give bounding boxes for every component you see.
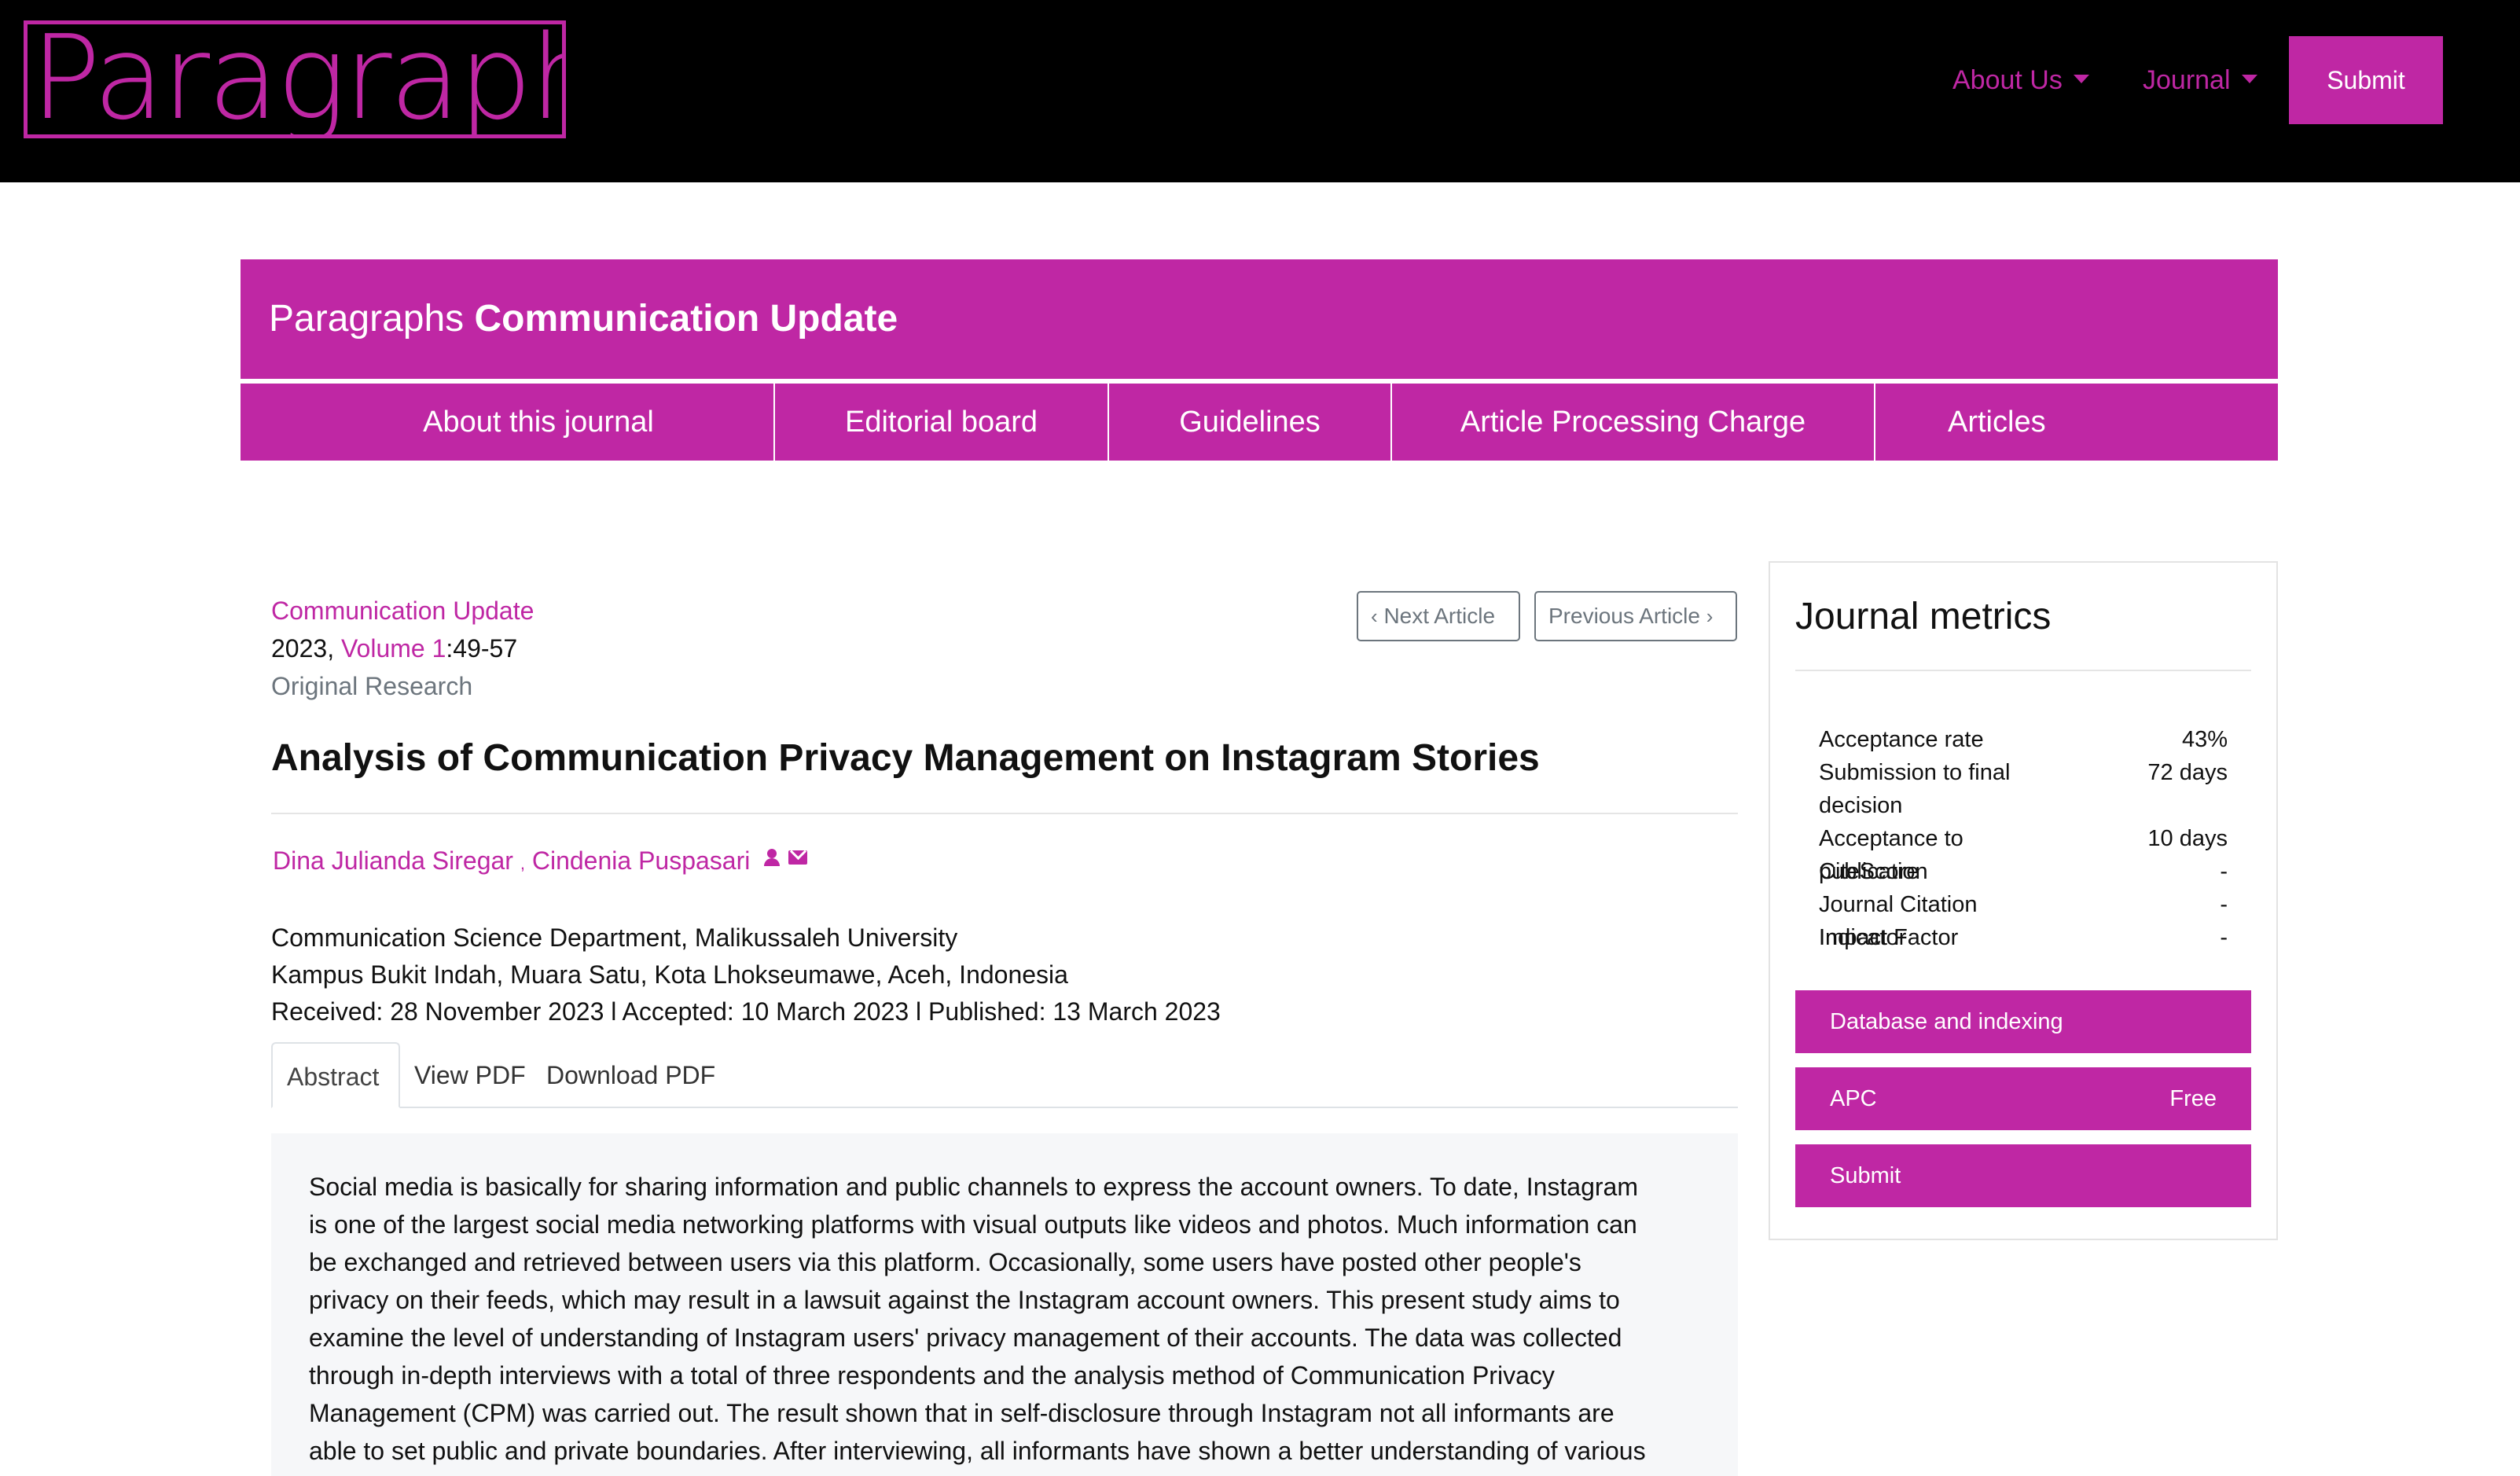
author-list: Dina Julianda Siregar , Cindenia Puspasa… bbox=[273, 843, 808, 882]
next-article-button[interactable]: ‹ Next Article bbox=[1357, 591, 1520, 641]
affiliation: Communication Science Department, Maliku… bbox=[271, 923, 958, 952]
author-link[interactable]: Cindenia Puspasari bbox=[532, 846, 751, 875]
previous-article-button[interactable]: Previous Article › bbox=[1534, 591, 1737, 641]
metric-submission-to-decision: Submission to final decision 72 days bbox=[1819, 756, 2228, 822]
article-year: 2023, bbox=[271, 634, 335, 663]
sidebar-submit-button[interactable]: Submit bbox=[1795, 1144, 2251, 1207]
publication-dates: Received: 28 November 2023 l Accepted: 1… bbox=[271, 997, 1221, 1026]
previous-article-label: Previous Article bbox=[1548, 604, 1700, 628]
abstract-line: through in-depth interviews with a total… bbox=[309, 1361, 1555, 1390]
metric-value: 43% bbox=[2181, 727, 2228, 752]
chevron-right-icon: › bbox=[1706, 604, 1714, 628]
metric-value: - bbox=[2220, 925, 2228, 950]
tab-download-pdf[interactable]: Download PDF bbox=[532, 1042, 729, 1108]
journal-subnav: About this journal Editorial board Guide… bbox=[241, 384, 2278, 461]
article-type: Original Research bbox=[271, 672, 473, 700]
metric-label: Impact Factor bbox=[1819, 925, 1959, 950]
tab-view-pdf[interactable]: View PDF bbox=[400, 1042, 540, 1108]
database-indexing-button[interactable]: Database and indexing bbox=[1795, 990, 2251, 1053]
tab-editorial-board[interactable]: Editorial board bbox=[775, 384, 1109, 461]
volume-link[interactable]: Volume 1 bbox=[341, 634, 446, 663]
abstract-panel: Social media is basically for sharing in… bbox=[271, 1133, 1738, 1476]
nav-journal-label: Journal bbox=[2143, 65, 2231, 95]
metric-acceptance-rate: Acceptance rate 43% bbox=[1819, 723, 2228, 756]
metric-label: Submission to final decision bbox=[1819, 760, 2011, 818]
tabs-underline bbox=[400, 1107, 1738, 1108]
metric-value: - bbox=[2220, 892, 2228, 917]
tab-about-journal[interactable]: About this journal bbox=[241, 384, 775, 461]
abstract-line: Management (CPM) was carried out. The re… bbox=[309, 1399, 1614, 1427]
author-link[interactable]: Dina Julianda Siregar bbox=[273, 846, 513, 875]
abstract-line: be exchanged and retrieved between users… bbox=[309, 1248, 1581, 1276]
sidebar-submit-label: Submit bbox=[1830, 1163, 1901, 1188]
tab-abstract[interactable]: Abstract bbox=[271, 1042, 400, 1108]
metric-impact-factor: Impact Factor - bbox=[1819, 921, 2228, 954]
top-header: ParagraphS About Us Journal Submit bbox=[0, 0, 2520, 182]
nav-journal[interactable]: Journal bbox=[2143, 61, 2257, 99]
address: Kampus Bukit Indah, Muara Satu, Kota Lho… bbox=[271, 960, 1068, 989]
metric-value: 10 days bbox=[2147, 826, 2228, 851]
site-logo[interactable]: ParagraphS bbox=[24, 20, 566, 138]
metric-value: - bbox=[2220, 859, 2228, 884]
abstract-line: is one of the largest social media netwo… bbox=[309, 1210, 1637, 1239]
divider bbox=[1795, 670, 2251, 671]
volume-line: 2023, Volume 1:49-57 bbox=[271, 630, 517, 666]
metric-value: 72 days bbox=[2147, 760, 2228, 785]
metric-label: CiteScore bbox=[1819, 859, 1919, 884]
abstract-line: able to set public and private boundarie… bbox=[309, 1437, 1646, 1465]
apc-value: Free bbox=[2169, 1086, 2217, 1111]
envelope-icon[interactable] bbox=[788, 850, 808, 865]
abstract-line: privacy on their feeds, which may result… bbox=[309, 1286, 1620, 1314]
journal-banner: Paragraphs Communication Update bbox=[241, 259, 2278, 379]
divider bbox=[271, 813, 1738, 814]
submit-button[interactable]: Submit bbox=[2289, 36, 2443, 124]
metric-label: Acceptance rate bbox=[1819, 727, 1984, 752]
caret-down-icon bbox=[2241, 74, 2257, 83]
journal-name: Communication Update bbox=[474, 298, 898, 340]
person-icon bbox=[763, 849, 781, 866]
nav-about-us[interactable]: About Us bbox=[1952, 61, 2089, 99]
abstract-line: Social media is basically for sharing in… bbox=[309, 1173, 1638, 1201]
chevron-left-icon: ‹ bbox=[1371, 604, 1378, 628]
next-article-label: Next Article bbox=[1383, 604, 1496, 628]
article-title: Analysis of Communication Privacy Manage… bbox=[271, 737, 1540, 779]
tab-articles[interactable]: Articles bbox=[1875, 384, 2278, 461]
metric-citescore: CiteScore - bbox=[1819, 855, 2228, 888]
tab-guidelines[interactable]: Guidelines bbox=[1109, 384, 1392, 461]
author-separator: , bbox=[520, 854, 525, 873]
apc-label: APC bbox=[1830, 1086, 1877, 1111]
journal-metrics-panel: Journal metrics Acceptance rate 43% Subm… bbox=[1769, 561, 2278, 1240]
database-indexing-label: Database and indexing bbox=[1830, 1009, 2063, 1034]
apc-button[interactable]: APC Free bbox=[1795, 1067, 2251, 1130]
article-pages: :49-57 bbox=[446, 634, 518, 663]
metrics-title: Journal metrics bbox=[1795, 596, 2052, 637]
caret-down-icon bbox=[2073, 74, 2089, 83]
journal-name-prefix: Paragraphs bbox=[269, 298, 465, 340]
nav-about-us-label: About Us bbox=[1952, 65, 2063, 95]
abstract-line: examine the level of understanding of In… bbox=[309, 1324, 1622, 1352]
tab-article-processing-charge[interactable]: Article Processing Charge bbox=[1392, 384, 1875, 461]
journal-link[interactable]: Communication Update bbox=[271, 593, 534, 629]
